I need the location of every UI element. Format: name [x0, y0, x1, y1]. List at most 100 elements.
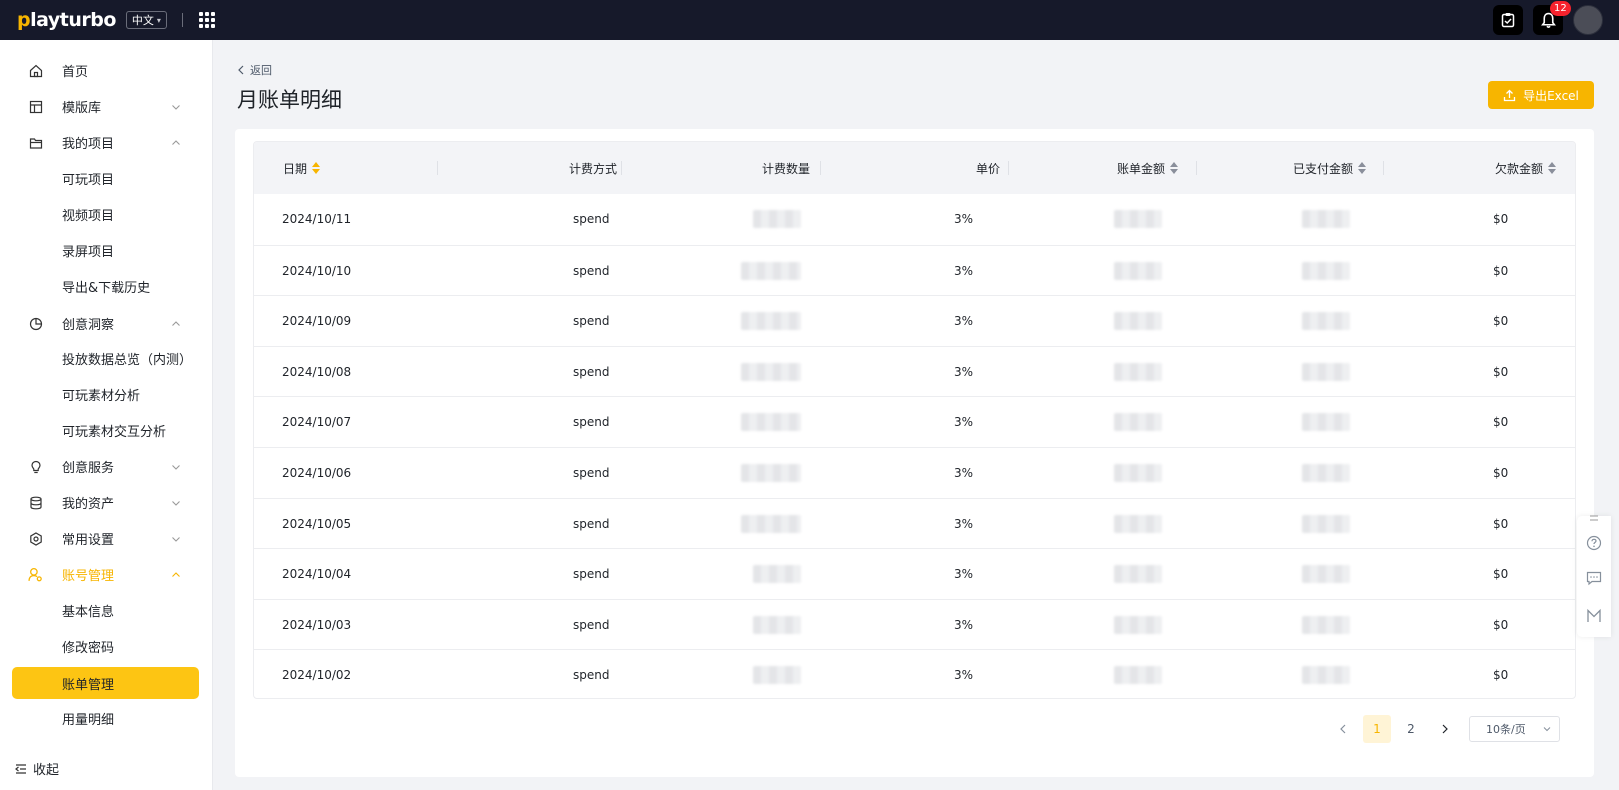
sort-icon — [312, 162, 321, 174]
page-button-1[interactable]: 1 — [1363, 715, 1391, 743]
chevron-down-icon — [171, 461, 181, 476]
sidebar-item-playable-projects[interactable]: 可玩项目 — [12, 162, 199, 194]
sidebar-item-change-password[interactable]: 修改密码 — [12, 630, 199, 662]
collapse-label: 收起 — [33, 763, 60, 778]
export-excel-button[interactable]: 导出Excel — [1488, 81, 1594, 109]
column-header-date[interactable]: 日期 — [283, 142, 321, 194]
sidebar-item-playable-analysis[interactable]: 可玩素材分析 — [12, 378, 199, 410]
sidebar-item-creative-services[interactable]: 创意服务 — [12, 450, 199, 482]
cell-date: 2024/10/06 — [282, 465, 352, 480]
billing-table: 日期 计费方式 计费数量 单价 账单金额 已支付金额 欠款金额 2024/10/… — [253, 141, 1576, 699]
sidebar-item-recording-projects[interactable]: 录屏项目 — [12, 234, 199, 266]
chat-icon[interactable] — [1586, 570, 1602, 586]
cell-debt-amount: $0 — [1493, 263, 1509, 278]
export-label: 导出Excel — [1523, 88, 1579, 103]
cell-billing-method: spend — [573, 465, 610, 480]
cell-date: 2024/10/08 — [282, 364, 352, 379]
cell-paid-amount-redacted — [1302, 499, 1350, 549]
sidebar-item-playable-interaction-analysis[interactable]: 可玩素材交互分析 — [12, 414, 199, 446]
cell-debt-amount: $0 — [1493, 465, 1509, 480]
sidebar-item-label: 我的项目 — [62, 136, 115, 152]
drag-handle-icon[interactable] — [1586, 512, 1602, 524]
back-label: 返回 — [250, 64, 272, 77]
sidebar-item-label: 修改密码 — [62, 640, 115, 656]
cell-billing-quantity-redacted — [741, 347, 801, 397]
prev-page-button[interactable] — [1329, 715, 1357, 743]
next-page-button[interactable] — [1431, 715, 1459, 743]
home-icon — [28, 63, 43, 78]
column-divider — [1008, 161, 1009, 175]
collapse-sidebar-button[interactable]: 收起 — [15, 759, 59, 778]
column-header-billing-method: 计费方式 — [569, 161, 618, 176]
table-row: 2024/10/03 spend 3% $0 — [254, 598, 1575, 650]
sidebar-item-delivery-overview[interactable]: 投放数据总览（内测） — [12, 342, 199, 374]
column-header-debt-amount[interactable]: 欠款金额 — [1495, 142, 1557, 194]
cell-unit-price: 3% — [954, 415, 974, 430]
cell-billing-quantity-redacted — [741, 397, 801, 447]
sidebar-item-billing-management[interactable]: 账单管理 — [12, 667, 199, 699]
cell-unit-price: 3% — [954, 364, 974, 379]
sidebar-item-label: 创意洞察 — [62, 317, 115, 333]
chevron-left-icon — [238, 65, 244, 75]
back-link[interactable]: 返回 — [237, 62, 272, 78]
chevron-down-icon — [171, 101, 181, 116]
lightbulb-icon — [28, 459, 43, 474]
chevron-left-icon — [1340, 724, 1346, 734]
sidebar-item-settings[interactable]: 常用设置 — [12, 522, 199, 554]
sidebar-item-label: 可玩项目 — [62, 172, 115, 188]
sidebar-item-export-history[interactable]: 导出&下载历史 — [12, 270, 199, 302]
sidebar-item-my-assets[interactable]: 我的资产 — [12, 486, 199, 518]
sidebar-item-label: 账号管理 — [62, 568, 115, 584]
sidebar-item-label: 录屏项目 — [62, 244, 115, 260]
apps-grid-icon[interactable] — [198, 12, 215, 28]
cell-unit-price: 3% — [954, 516, 974, 531]
language-label: 中文 — [131, 14, 154, 27]
cell-paid-amount-redacted — [1302, 600, 1350, 650]
help-icon[interactable] — [1586, 535, 1602, 551]
cell-billing-method: spend — [573, 314, 610, 329]
cell-bill-amount-redacted — [1114, 448, 1162, 498]
cell-paid-amount-redacted — [1302, 194, 1350, 244]
brand-logo[interactable]: playturbo — [17, 9, 116, 31]
database-icon — [28, 495, 43, 510]
sidebar-item-usage-details[interactable]: 用量明细 — [12, 702, 199, 734]
column-divider — [820, 161, 821, 175]
column-header-paid-amount[interactable]: 已支付金额 — [1293, 142, 1367, 194]
cell-paid-amount-redacted — [1302, 397, 1350, 447]
chevron-up-icon — [171, 137, 181, 152]
cell-unit-price: 3% — [954, 668, 974, 683]
page-button-2[interactable]: 2 — [1397, 715, 1425, 743]
chevron-down-icon — [1543, 727, 1551, 732]
pie-chart-icon — [28, 316, 43, 331]
column-header-bill-amount[interactable]: 账单金额 — [1117, 142, 1179, 194]
task-checklist-button[interactable] — [1493, 5, 1523, 35]
cell-paid-amount-redacted — [1302, 296, 1350, 346]
upload-icon — [1503, 89, 1516, 101]
cell-bill-amount-redacted — [1114, 347, 1162, 397]
notification-button[interactable]: 12 — [1533, 1, 1571, 35]
sidebar-item-creative-insights[interactable]: 创意洞察 — [12, 307, 199, 339]
sidebar-item-account-management[interactable]: 账号管理 — [12, 558, 199, 590]
page-size-select[interactable]: 10条/页 — [1469, 716, 1560, 742]
sidebar-item-label: 创意服务 — [62, 460, 115, 476]
chevron-down-icon: ▾ — [156, 15, 161, 25]
cell-date: 2024/10/10 — [282, 263, 352, 278]
table-row: 2024/10/10 spend 3% $0 — [254, 244, 1575, 296]
user-avatar[interactable] — [1573, 5, 1603, 35]
sidebar-item-templates[interactable]: 模版库 — [12, 90, 199, 122]
cell-billing-method: spend — [573, 415, 610, 430]
cell-bill-amount-redacted — [1114, 650, 1162, 698]
sidebar-item-home[interactable]: 首页 — [12, 54, 199, 86]
chevron-up-icon — [171, 318, 181, 333]
sidebar-item-label: 首页 — [62, 64, 89, 80]
sidebar-item-my-projects[interactable]: 我的项目 — [12, 126, 199, 158]
cell-debt-amount: $0 — [1493, 668, 1509, 683]
sidebar-item-video-projects[interactable]: 视频项目 — [12, 198, 199, 230]
sidebar-item-label: 视频项目 — [62, 208, 115, 224]
cell-billing-quantity-redacted — [741, 246, 801, 296]
cell-paid-amount-redacted — [1302, 347, 1350, 397]
language-selector[interactable]: 中文 ▾ — [125, 11, 167, 29]
mail-icon[interactable] — [1586, 608, 1602, 624]
sidebar-item-basic-info[interactable]: 基本信息 — [12, 594, 199, 626]
cell-paid-amount-redacted — [1302, 246, 1350, 296]
